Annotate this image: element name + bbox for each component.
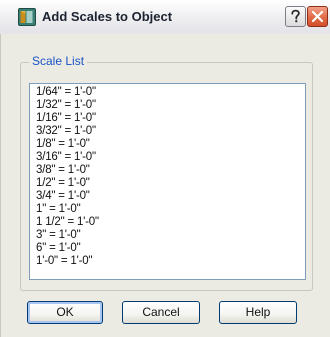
scale-list-item[interactable]: 3/32" = 1'-0" — [36, 125, 96, 138]
dialog-title: Add Scales to Object — [42, 9, 173, 24]
add-scales-dialog: Add Scales to Object Scale List 1/64" = … — [0, 0, 330, 337]
scale-list-item[interactable]: 1/8" = 1'-0" — [36, 138, 90, 151]
scale-list-item[interactable]: 1/2" = 1'-0" — [36, 177, 90, 190]
scale-list-item[interactable]: 1" = 1'-0" — [36, 203, 81, 216]
cancel-button[interactable]: Cancel — [122, 301, 200, 324]
scale-list-item[interactable]: 1/32" = 1'-0" — [36, 99, 96, 112]
scale-list-item[interactable]: 3" = 1'-0" — [36, 229, 81, 242]
scale-list-item[interactable]: 3/16" = 1'-0" — [36, 151, 96, 164]
title-bar[interactable]: Add Scales to Object — [0, 0, 330, 34]
scale-list-item[interactable]: 1/16" = 1'-0" — [36, 112, 96, 125]
scale-list-item[interactable]: 3/8" = 1'-0" — [36, 164, 90, 177]
scale-list-item[interactable]: 1 1/2" = 1'-0" — [36, 216, 99, 229]
autocad-app-icon — [18, 8, 36, 26]
title-help-button[interactable] — [285, 6, 306, 27]
ok-button[interactable]: OK — [27, 301, 103, 324]
scale-list-item[interactable]: 6" = 1'-0" — [36, 242, 81, 255]
dialog-body: Scale List 1/64" = 1'-0" 1/32" = 1'-0" 1… — [0, 34, 330, 337]
scale-list-label: Scale List — [29, 54, 88, 68]
scale-list-item[interactable]: 1/64" = 1'-0" — [36, 86, 96, 99]
scale-list-item[interactable]: 3/4" = 1'-0" — [36, 190, 90, 203]
scale-list-item[interactable]: 1'-0" = 1'-0" — [36, 255, 93, 268]
scale-listbox[interactable]: 1/64" = 1'-0" 1/32" = 1'-0" 1/16" = 1'-0… — [29, 83, 306, 280]
close-button[interactable] — [307, 6, 328, 27]
help-button[interactable]: Help — [219, 301, 297, 324]
